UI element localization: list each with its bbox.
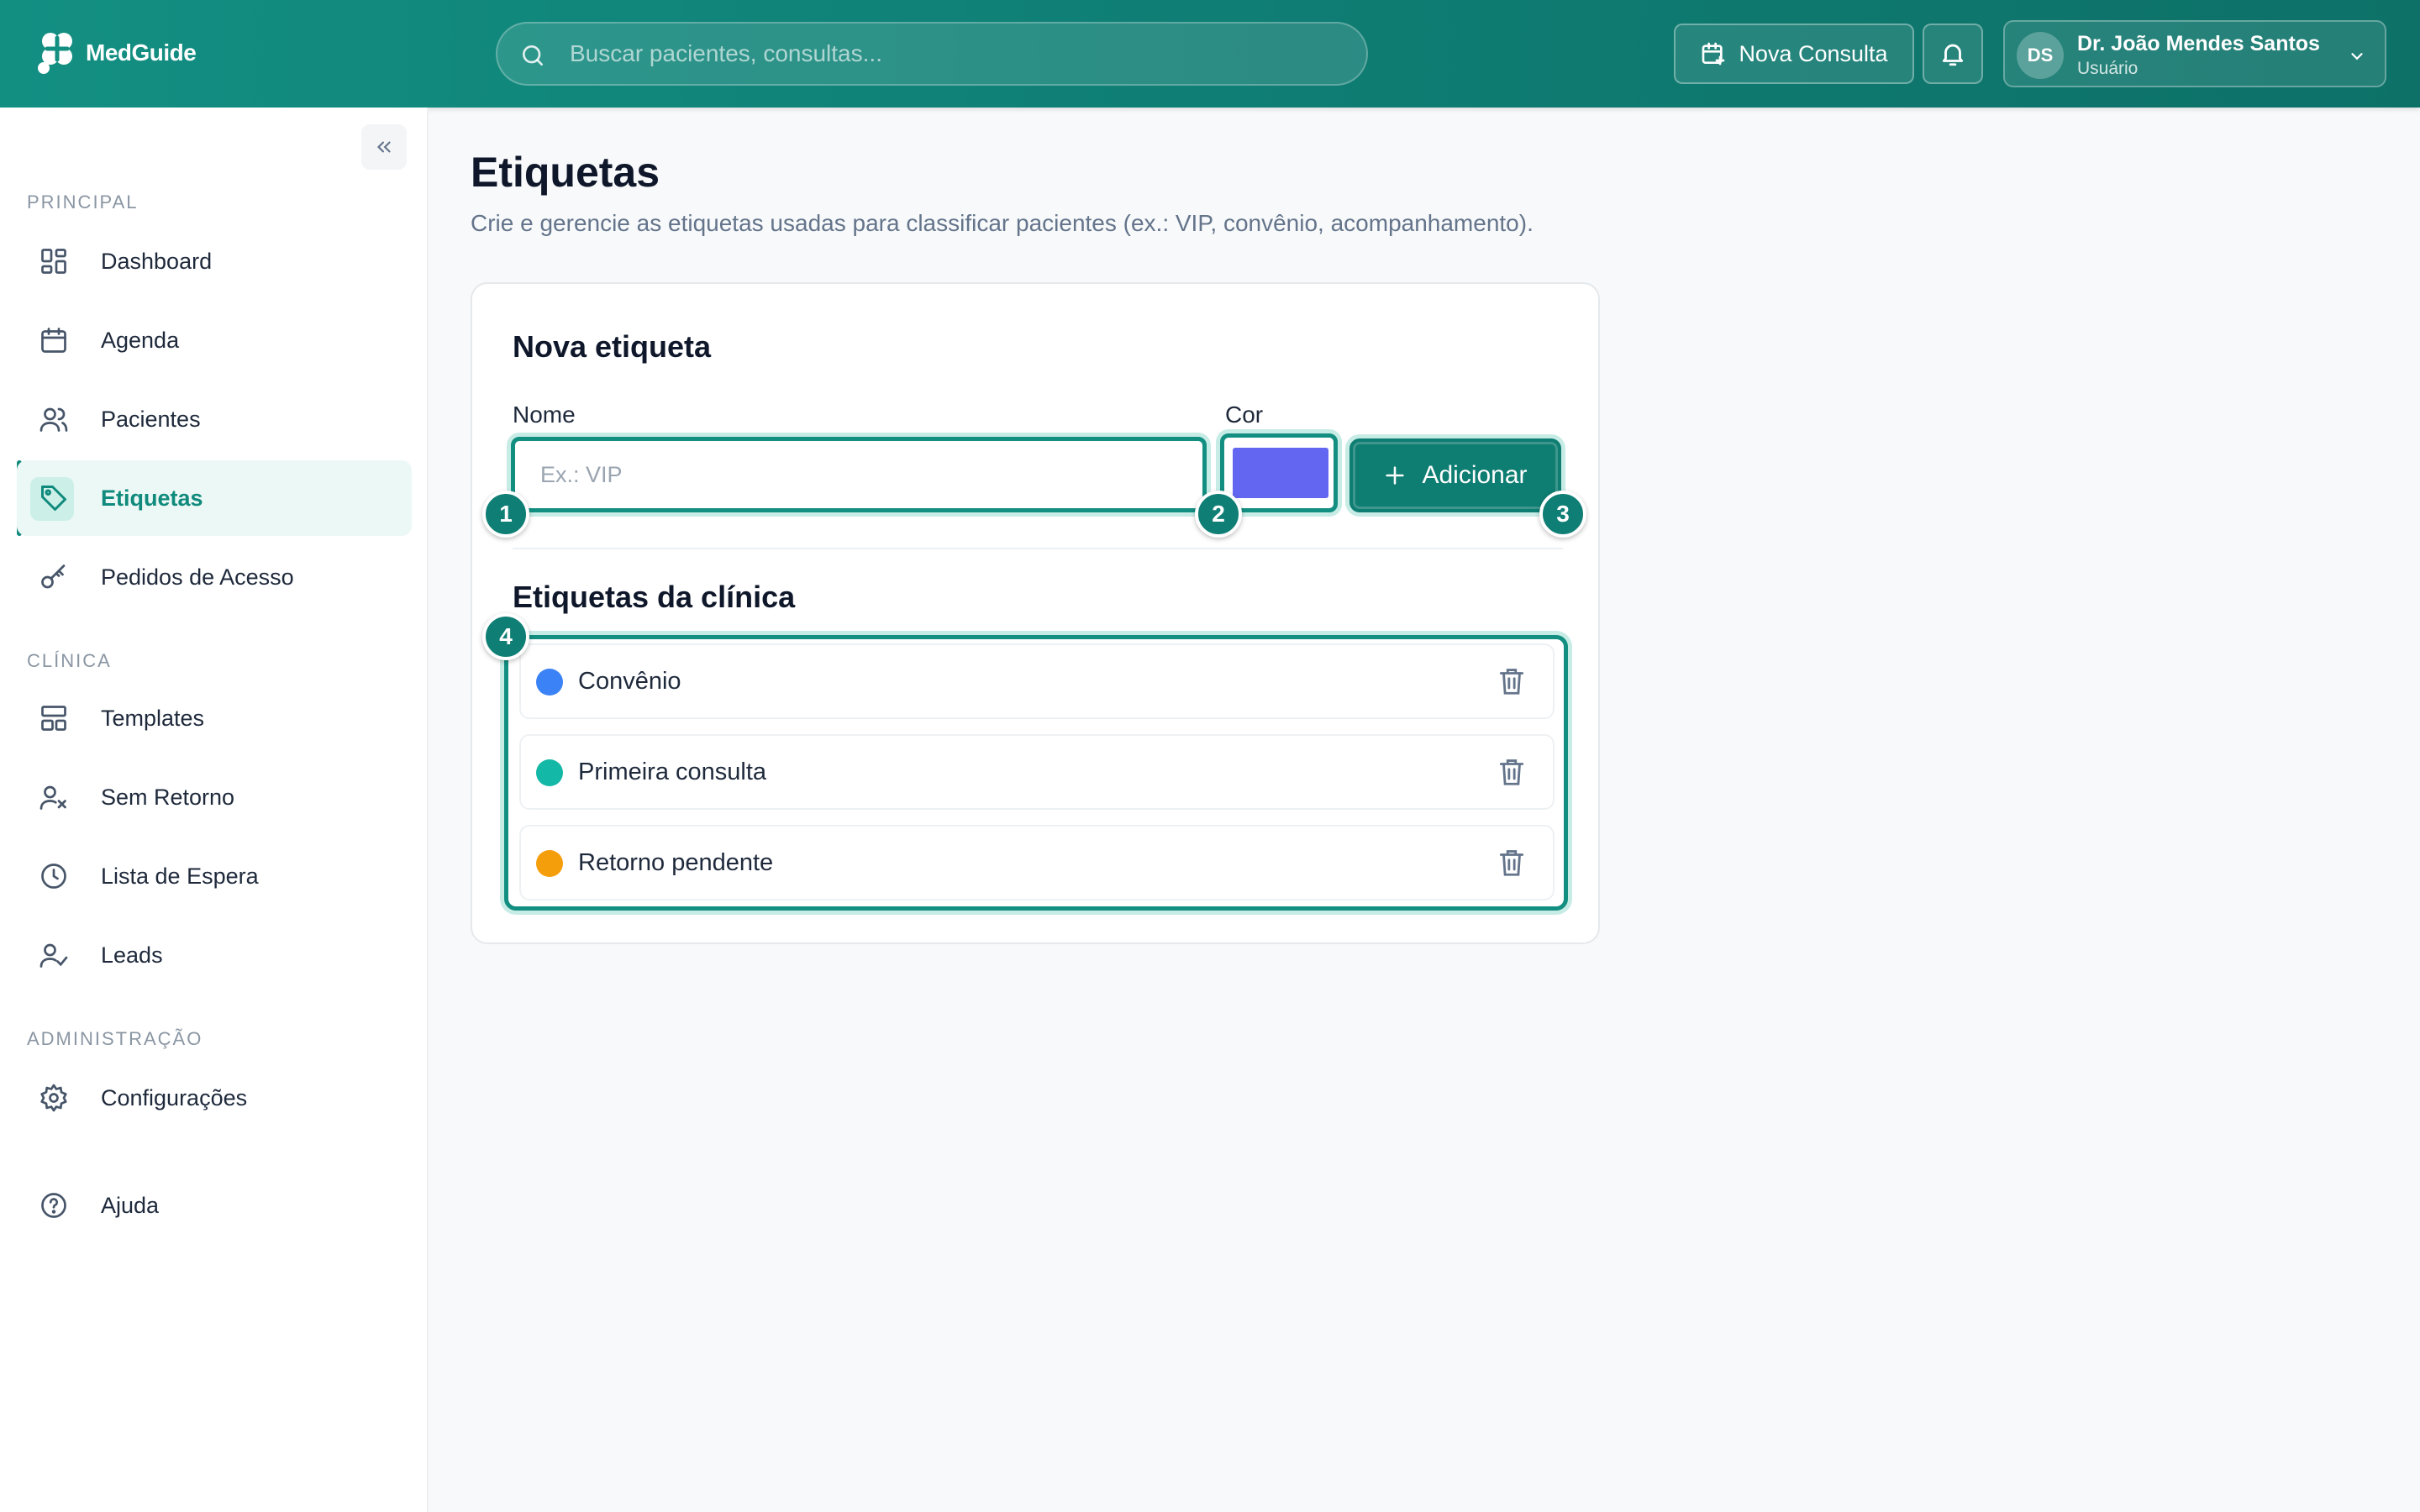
add-tag-button[interactable]: Adicionar [1349, 438, 1561, 512]
section-principal: PRINCIPAL [27, 192, 139, 213]
search-input[interactable] [570, 24, 1343, 84]
tag-row: Convênio [519, 643, 1555, 719]
page-subtitle: Crie e gerencie as etiquetas usadas para… [471, 210, 1534, 236]
section-clinica: CLÍNICA [27, 650, 112, 671]
sidebar-item-sem-retorno[interactable]: Sem Retorno [17, 759, 412, 835]
sidebar-item-dashboard[interactable]: Dashboard [17, 223, 412, 299]
notifications-button[interactable] [1923, 24, 1983, 84]
sidebar-item-templates[interactable]: Templates [17, 680, 412, 756]
sidebar-item-label: Templates [101, 706, 205, 731]
avatar: DS [2017, 32, 2064, 79]
sidebar-item-label: Etiquetas [101, 486, 203, 511]
clinic-tags-title: Etiquetas da clínica [513, 580, 796, 614]
name-field-label: Nome [513, 402, 576, 428]
sidebar-item-configuracoes[interactable]: Configurações [17, 1060, 412, 1136]
help-icon [41, 1193, 66, 1218]
tag-name: Primeira consulta [578, 759, 767, 785]
callout-badge-1: 1 [482, 491, 529, 538]
sidebar-item-label: Sem Retorno [101, 785, 235, 810]
sidebar-item-pacientes[interactable]: Pacientes [17, 381, 412, 457]
dashboard-icon [41, 249, 66, 274]
sidebar: PRINCIPAL Dashboard Agenda Pacientes Eti… [0, 108, 429, 1512]
sidebar-item-label: Lista de Espera [101, 864, 259, 889]
tag-name-input[interactable] [540, 441, 1179, 508]
user-check-icon [39, 943, 68, 968]
trash-icon[interactable] [1496, 756, 1528, 788]
sidebar-item-agenda[interactable]: Agenda [17, 302, 412, 378]
user-menu[interactable]: DS Dr. João Mendes Santos Usuário [2003, 20, 2386, 87]
sidebar-item-label: Ajuda [101, 1193, 160, 1218]
trash-icon[interactable] [1496, 665, 1528, 697]
user-name: Dr. João Mendes Santos [2077, 32, 2320, 55]
chevrons-left-icon [376, 141, 391, 153]
collapse-sidebar-button[interactable] [361, 124, 407, 170]
new-tag-title: Nova etiqueta [513, 329, 712, 364]
tag-color-dot [536, 759, 563, 786]
page-title: Etiquetas [471, 149, 660, 196]
sidebar-item-leads[interactable]: Leads [17, 917, 412, 993]
new-consult-button[interactable]: Nova Consulta [1674, 24, 1914, 84]
gear-icon [40, 1084, 67, 1112]
top-bar: MedGuide Nova Consulta DS Dr. João Mende… [0, 0, 2420, 108]
section-administracao: ADMINISTRAÇÃO [27, 1028, 203, 1049]
sidebar-item-label: Configurações [101, 1085, 248, 1110]
trash-icon[interactable] [1496, 847, 1528, 879]
sidebar-item-label: Pacientes [101, 407, 201, 432]
bell-icon [1942, 44, 1964, 66]
tag-name: Convênio [578, 668, 681, 695]
add-tag-label: Adicionar [1422, 461, 1528, 489]
users-icon [39, 407, 68, 432]
tag-name-field[interactable] [511, 437, 1207, 512]
color-swatch[interactable] [1233, 448, 1328, 498]
sidebar-item-label: Leads [101, 942, 163, 968]
sidebar-item-label: Agenda [101, 328, 180, 353]
chevron-down-icon [2351, 53, 2363, 60]
key-icon [41, 564, 66, 589]
tag-row: Primeira consulta [519, 734, 1555, 810]
calendar-plus-icon [1702, 42, 1725, 66]
search-bar[interactable] [496, 22, 1368, 86]
callout-badge-2: 2 [1195, 491, 1242, 538]
color-field-label: Cor [1225, 402, 1264, 428]
tag-icon [41, 486, 66, 511]
callout-badge-3: 3 [1539, 491, 1586, 538]
app-name: MedGuide [86, 39, 197, 66]
search-icon [523, 45, 543, 66]
sidebar-item-lista-de-espera[interactable]: Lista de Espera [17, 838, 412, 914]
user-role: Usuário [2077, 59, 2139, 78]
medguide-logo-icon [38, 33, 72, 74]
tag-color-dot [536, 850, 563, 877]
new-consult-label: Nova Consulta [1739, 40, 1888, 66]
layout-icon [41, 706, 66, 731]
section-divider [513, 548, 1563, 549]
calendar-icon [41, 328, 66, 353]
callout-badge-4: 4 [482, 613, 529, 660]
sidebar-item-ajuda[interactable]: Ajuda [17, 1168, 412, 1243]
sidebar-item-pedidos-de-acesso[interactable]: Pedidos de Acesso [17, 539, 412, 615]
sidebar-item-etiquetas[interactable]: Etiquetas [17, 460, 412, 536]
plus-icon [1386, 466, 1405, 485]
app-logo[interactable]: MedGuide [32, 25, 197, 81]
clock-icon [41, 864, 66, 889]
tag-row: Retorno pendente [519, 825, 1555, 900]
tag-color-dot [536, 669, 563, 696]
user-x-icon [39, 785, 66, 810]
sidebar-item-label: Dashboard [101, 249, 213, 274]
tag-name: Retorno pendente [578, 849, 774, 876]
sidebar-item-label: Pedidos de Acesso [101, 564, 294, 590]
